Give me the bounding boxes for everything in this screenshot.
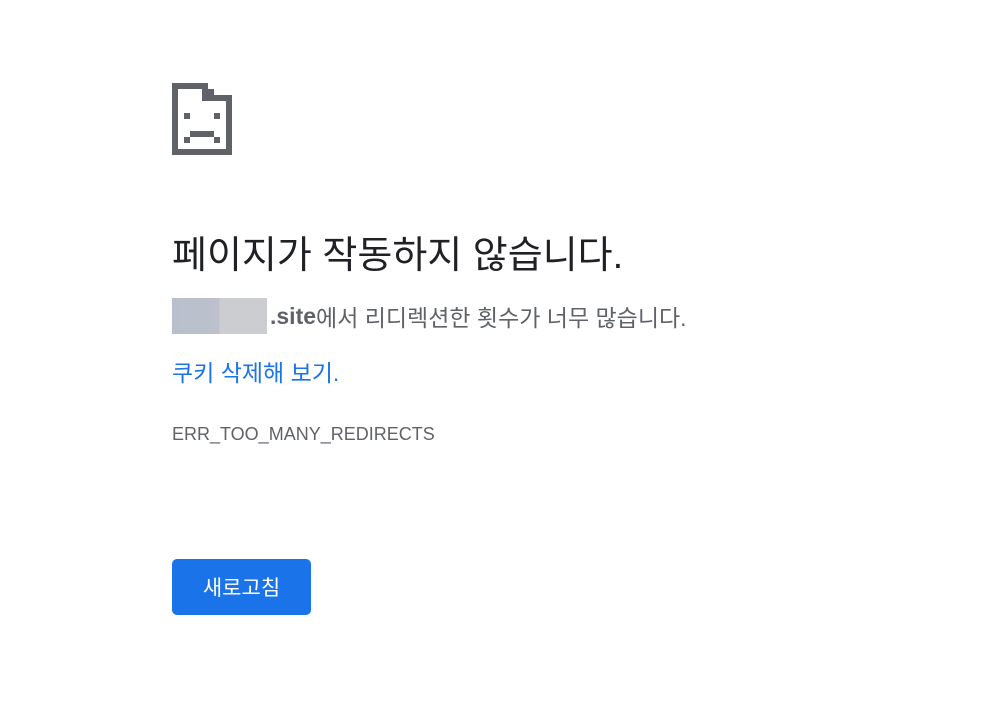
error-message: .site 에서 리디렉션한 횟수가 너무 많습니다.	[172, 298, 952, 334]
error-page: 페이지가 작동하지 않습니다. .site 에서 리디렉션한 횟수가 너무 많습…	[0, 0, 999, 708]
site-name: .site	[270, 302, 317, 329]
error-message-text: 에서 리디렉션한 횟수가 너무 많습니다.	[316, 305, 687, 331]
reload-button[interactable]: 새로고침	[172, 559, 311, 615]
redacted-domain	[172, 298, 267, 334]
clear-cookies-link[interactable]: 쿠키 삭제해 보기.	[172, 358, 339, 388]
error-code: ERR_TOO_MANY_REDIRECTS	[172, 424, 435, 444]
page-title: 페이지가 작동하지 않습니다.	[172, 235, 624, 277]
sad-document-icon	[172, 83, 232, 155]
error-content: 페이지가 작동하지 않습니다. .site 에서 리디렉션한 횟수가 너무 많습…	[172, 83, 952, 445]
